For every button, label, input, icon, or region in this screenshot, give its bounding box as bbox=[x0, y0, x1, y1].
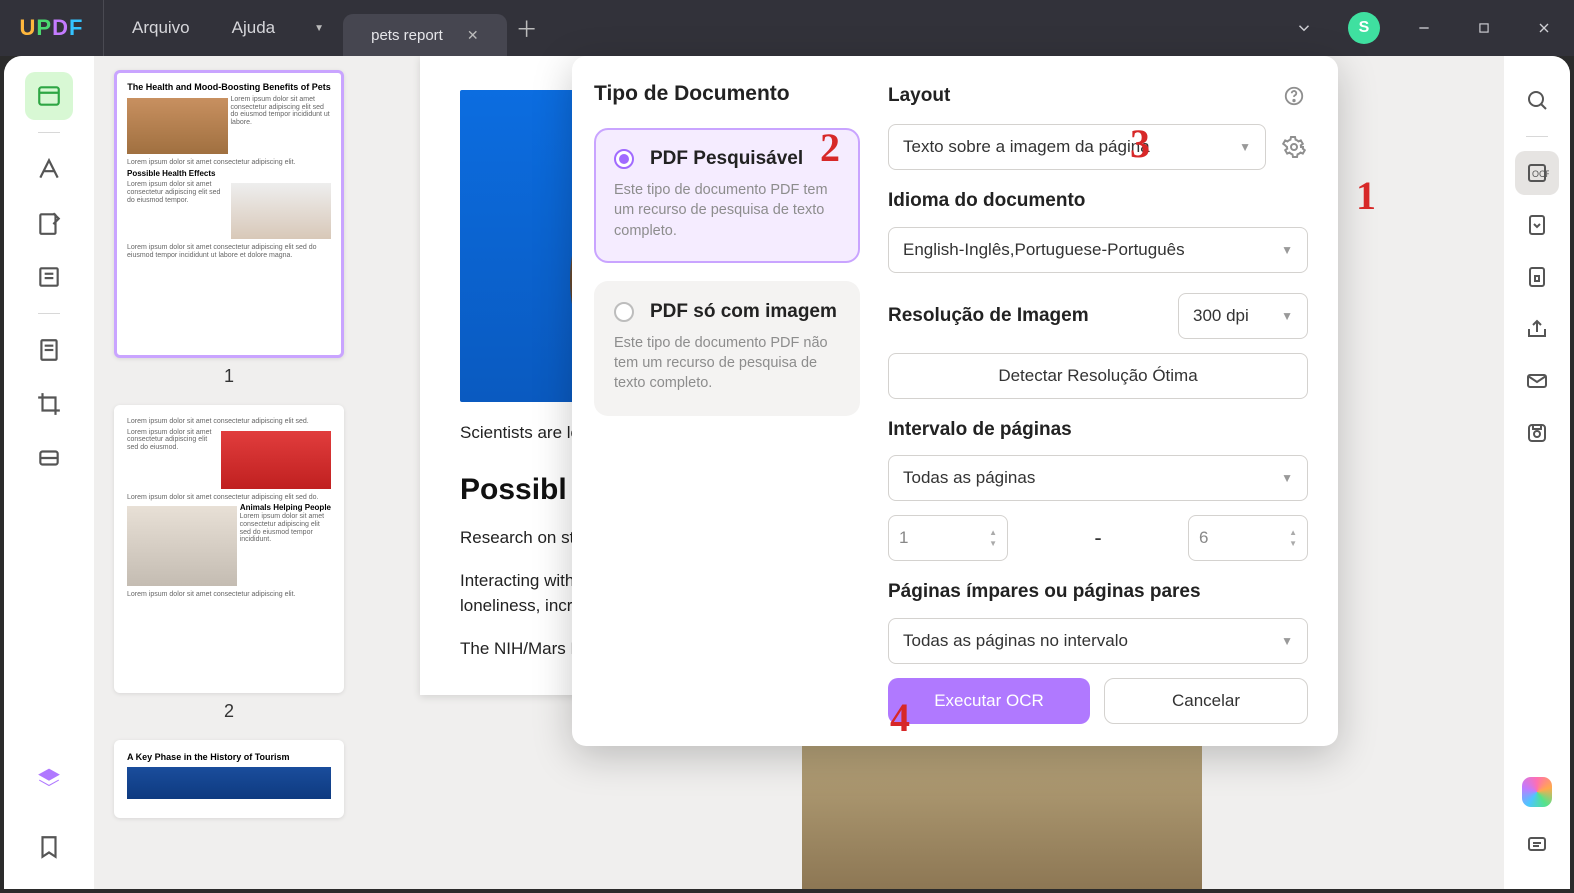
layout-select[interactable]: Texto sobre a imagem da página▼ bbox=[888, 124, 1266, 170]
layout-label: Layout bbox=[888, 85, 1266, 107]
titlebar: UPDF Arquivo Ajuda ▼ pets report ✕ ＋ S bbox=[0, 0, 1574, 56]
thumbnail-page-2[interactable]: Lorem ipsum dolor sit amet consectetur a… bbox=[114, 405, 344, 693]
doctype-label: PDF Pesquisável bbox=[650, 148, 803, 170]
doctype-desc: Este tipo de documento PDF tem um recurs… bbox=[614, 180, 840, 241]
step-down-icon[interactable]: ▼ bbox=[989, 539, 997, 548]
email-button[interactable] bbox=[1515, 359, 1559, 403]
help-icon[interactable] bbox=[1280, 82, 1308, 110]
tool-edit[interactable] bbox=[25, 199, 73, 247]
tool-bookmark[interactable] bbox=[25, 823, 73, 871]
chevron-down-icon: ▼ bbox=[1281, 471, 1293, 485]
page-from-input[interactable]: ▲▼ bbox=[888, 515, 1008, 561]
range-dash: - bbox=[1022, 525, 1174, 551]
radio-icon bbox=[614, 149, 634, 169]
thumbnail-page-3[interactable]: A Key Phase in the History of Tourism bbox=[114, 740, 344, 818]
ocr-panel: Tipo de Documento PDF Pesquisável Este t… bbox=[572, 56, 1338, 746]
doctype-desc: Este tipo de documento PDF não tem um re… bbox=[614, 333, 840, 394]
save-as-button[interactable] bbox=[1515, 411, 1559, 455]
annotation-3: 3 bbox=[1130, 120, 1150, 167]
chevron-down-icon: ▼ bbox=[1281, 243, 1293, 257]
menu-file[interactable]: Arquivo bbox=[132, 18, 190, 38]
window-maximize-button[interactable] bbox=[1454, 0, 1514, 56]
window-close-button[interactable] bbox=[1514, 0, 1574, 56]
language-select[interactable]: English-Inglês,Portuguese-Português▼ bbox=[888, 227, 1308, 273]
page-to-input[interactable]: ▲▼ bbox=[1188, 515, 1308, 561]
tool-organize[interactable] bbox=[25, 253, 73, 301]
annotation-2: 2 bbox=[820, 124, 840, 171]
radio-icon bbox=[614, 302, 634, 322]
tab-close-icon[interactable]: ✕ bbox=[467, 27, 479, 44]
gear-icon[interactable] bbox=[1280, 133, 1308, 161]
odd-even-label: Páginas ímpares ou páginas pares bbox=[888, 581, 1308, 604]
doctype-label: PDF só com imagem bbox=[650, 301, 837, 323]
thumbnail-page-1[interactable]: The Health and Mood-Boosting Benefits of… bbox=[114, 70, 344, 358]
page-range-label: Intervalo de páginas bbox=[888, 419, 1308, 442]
menubar: Arquivo Ajuda bbox=[104, 0, 303, 56]
annotation-4: 4 bbox=[890, 694, 910, 741]
chevron-down-icon: ▼ bbox=[1239, 140, 1251, 154]
left-toolbar bbox=[4, 56, 94, 889]
step-down-icon[interactable]: ▼ bbox=[1289, 539, 1297, 548]
tab-title: pets report bbox=[371, 27, 443, 44]
dpi-select[interactable]: 300 dpi▼ bbox=[1178, 293, 1308, 339]
tool-form[interactable] bbox=[25, 326, 73, 374]
chevron-down-icon: ▼ bbox=[1281, 634, 1293, 648]
updf-ai-button[interactable] bbox=[1522, 777, 1552, 807]
run-ocr-button[interactable]: Executar OCR bbox=[888, 678, 1090, 724]
protect-button[interactable] bbox=[1515, 255, 1559, 299]
titlebar-chevron-down[interactable] bbox=[1274, 0, 1334, 56]
ocr-doctype-heading: Tipo de Documento bbox=[594, 82, 860, 106]
right-toolbar: OCR bbox=[1504, 56, 1570, 889]
tool-highlight[interactable] bbox=[25, 145, 73, 193]
step-up-icon[interactable]: ▲ bbox=[989, 528, 997, 537]
tool-redact[interactable] bbox=[25, 434, 73, 482]
share-button[interactable] bbox=[1515, 307, 1559, 351]
doctype-option-image-only[interactable]: PDF só com imagem Este tipo de documento… bbox=[594, 281, 860, 416]
tool-reader[interactable] bbox=[25, 72, 73, 120]
inline-image bbox=[802, 729, 1202, 889]
search-button[interactable] bbox=[1515, 78, 1559, 122]
user-avatar[interactable]: S bbox=[1348, 12, 1380, 44]
comment-button[interactable] bbox=[1515, 823, 1559, 867]
menu-help[interactable]: Ajuda bbox=[232, 18, 275, 38]
cancel-button[interactable]: Cancelar bbox=[1104, 678, 1308, 724]
tool-layers[interactable] bbox=[25, 755, 73, 803]
page-range-select[interactable]: Todas as páginas▼ bbox=[888, 455, 1308, 501]
ocr-button[interactable]: OCR bbox=[1515, 151, 1559, 195]
tab-pets-report[interactable]: pets report ✕ bbox=[343, 14, 506, 56]
thumbnail-label-1: 1 bbox=[114, 366, 344, 387]
annotation-1: 1 bbox=[1356, 172, 1376, 219]
tabbar: pets report ✕ bbox=[343, 0, 506, 56]
resolution-label: Resolução de Imagem bbox=[888, 305, 1164, 327]
svg-text:OCR: OCR bbox=[1532, 169, 1549, 179]
app-logo: UPDF bbox=[0, 0, 104, 56]
language-label: Idioma do documento bbox=[888, 190, 1308, 213]
thumbnail-panel[interactable]: The Health and Mood-Boosting Benefits of… bbox=[94, 56, 364, 889]
chevron-down-icon: ▼ bbox=[1281, 309, 1293, 323]
detect-resolution-button[interactable]: Detectar Resolução Ótima bbox=[888, 353, 1308, 399]
new-tab-button[interactable]: ＋ bbox=[507, 0, 547, 56]
odd-even-select[interactable]: Todas as páginas no intervalo▼ bbox=[888, 618, 1308, 664]
window-minimize-button[interactable] bbox=[1394, 0, 1454, 56]
convert-button[interactable] bbox=[1515, 203, 1559, 247]
tab-list-dropdown[interactable]: ▼ bbox=[303, 0, 335, 56]
tool-crop[interactable] bbox=[25, 380, 73, 428]
step-up-icon[interactable]: ▲ bbox=[1289, 528, 1297, 537]
thumbnail-label-2: 2 bbox=[114, 701, 344, 722]
